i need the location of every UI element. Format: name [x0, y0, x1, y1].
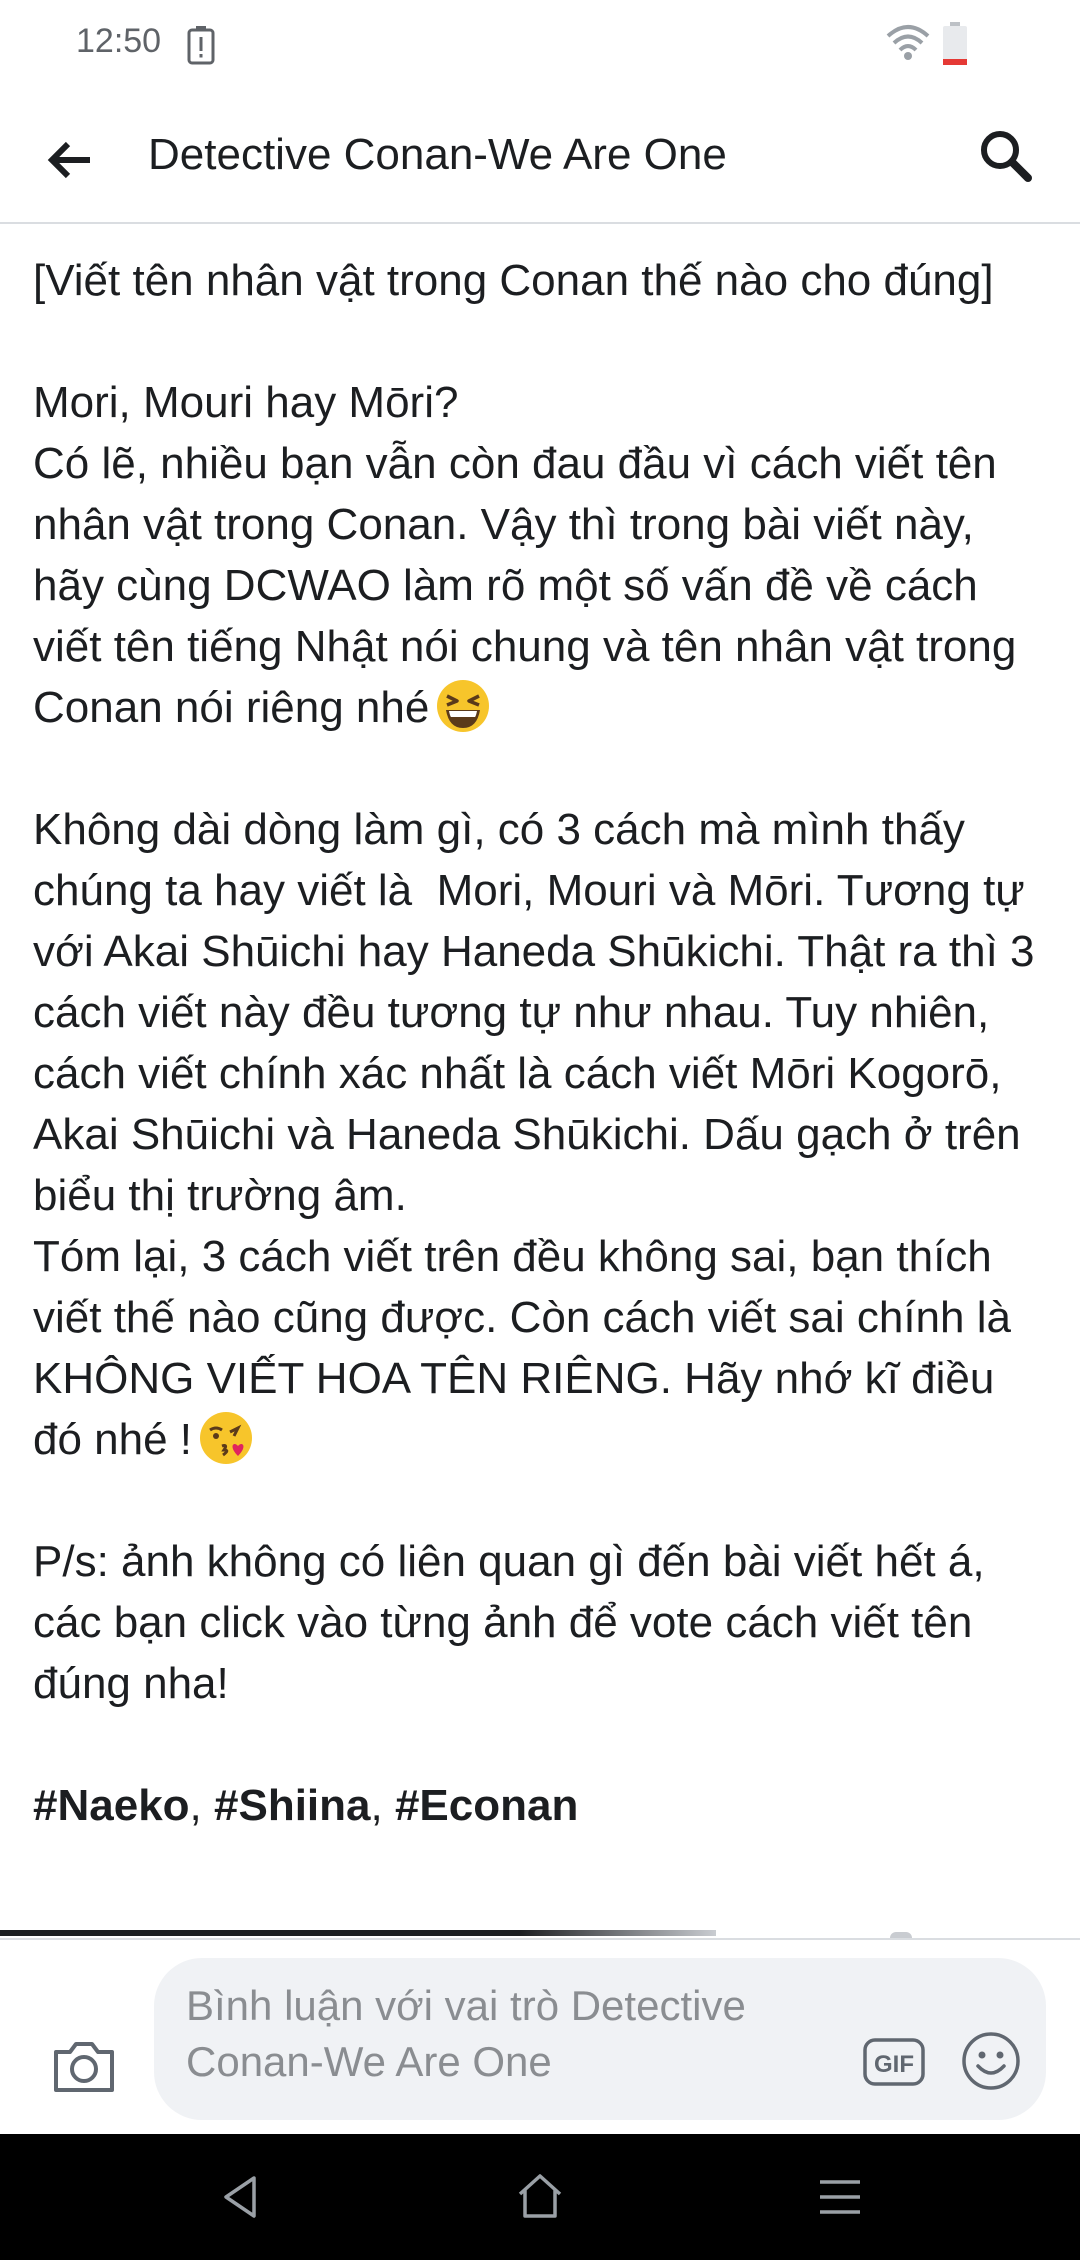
- post-ps: P/s: ảnh không có liên quan gì đến bài v…: [33, 1537, 997, 1708]
- system-nav-bar: [0, 2134, 1080, 2260]
- page-title: Detective Conan-We Are One: [148, 130, 727, 179]
- post-headline: [Viết tên nhân vật trong Conan thế nào c…: [33, 256, 994, 305]
- camera-icon[interactable]: [50, 2036, 118, 2096]
- gif-icon[interactable]: GIF: [862, 2034, 926, 2090]
- gif-label: GIF: [874, 2051, 914, 2078]
- smile-icon[interactable]: [960, 2030, 1022, 2092]
- comment-input[interactable]: Bình luận với vai trò Detective Conan-We…: [154, 1958, 1046, 2120]
- hashtag-separator: ,: [370, 1781, 395, 1830]
- hashtag-econan[interactable]: #Econan: [395, 1781, 578, 1830]
- nav-back-icon[interactable]: [220, 2174, 260, 2220]
- comment-placeholder: Bình luận với vai trò Detective Conan-We…: [186, 1982, 746, 2085]
- grinning-squinting-face-icon: [437, 680, 490, 732]
- status-bar: 12:50: [0, 0, 1080, 96]
- face-blowing-kiss-icon: [200, 1412, 253, 1464]
- post-content: [Viết tên nhân vật trong Conan thế nào c…: [33, 250, 1053, 1836]
- post-question: Mori, Mouri hay Mōri?: [33, 378, 459, 427]
- wifi-icon: [886, 25, 930, 60]
- photo-preview-strip[interactable]: [0, 1930, 716, 1936]
- post-summary-text: Tóm lại, 3 cách viết trên đều không sai,…: [33, 1232, 1024, 1464]
- post-intro-text: Có lẽ, nhiều bạn vẫn còn đau đầu vì cách…: [33, 439, 1029, 732]
- arrow-left-icon[interactable]: [40, 132, 100, 188]
- nav-home-icon[interactable]: [516, 2172, 564, 2220]
- search-icon[interactable]: [976, 126, 1036, 186]
- battery-low-icon: [943, 22, 967, 65]
- hashtag-naeko[interactable]: #Naeko: [33, 1781, 190, 1830]
- hashtag-list: #Naeko, #Shiina, #Econan: [33, 1775, 1053, 1836]
- hashtag-separator: ,: [189, 1781, 214, 1830]
- comment-bar: Bình luận với vai trò Detective Conan-We…: [0, 1938, 1080, 2136]
- post-summary: Tóm lại, 3 cách viết trên đều không sai,…: [33, 1226, 1053, 1470]
- app-header: Detective Conan-We Are One: [0, 96, 1080, 224]
- hashtag-shiina[interactable]: #Shiina: [214, 1781, 371, 1830]
- post-intro: Có lẽ, nhiều bạn vẫn còn đau đầu vì cách…: [33, 433, 1053, 738]
- nav-menu-icon[interactable]: [818, 2178, 862, 2216]
- post-body: Không dài dòng làm gì, có 3 cách mà mình…: [33, 805, 1047, 1220]
- status-time: 12:50: [76, 22, 162, 60]
- alert-icon: [187, 26, 215, 65]
